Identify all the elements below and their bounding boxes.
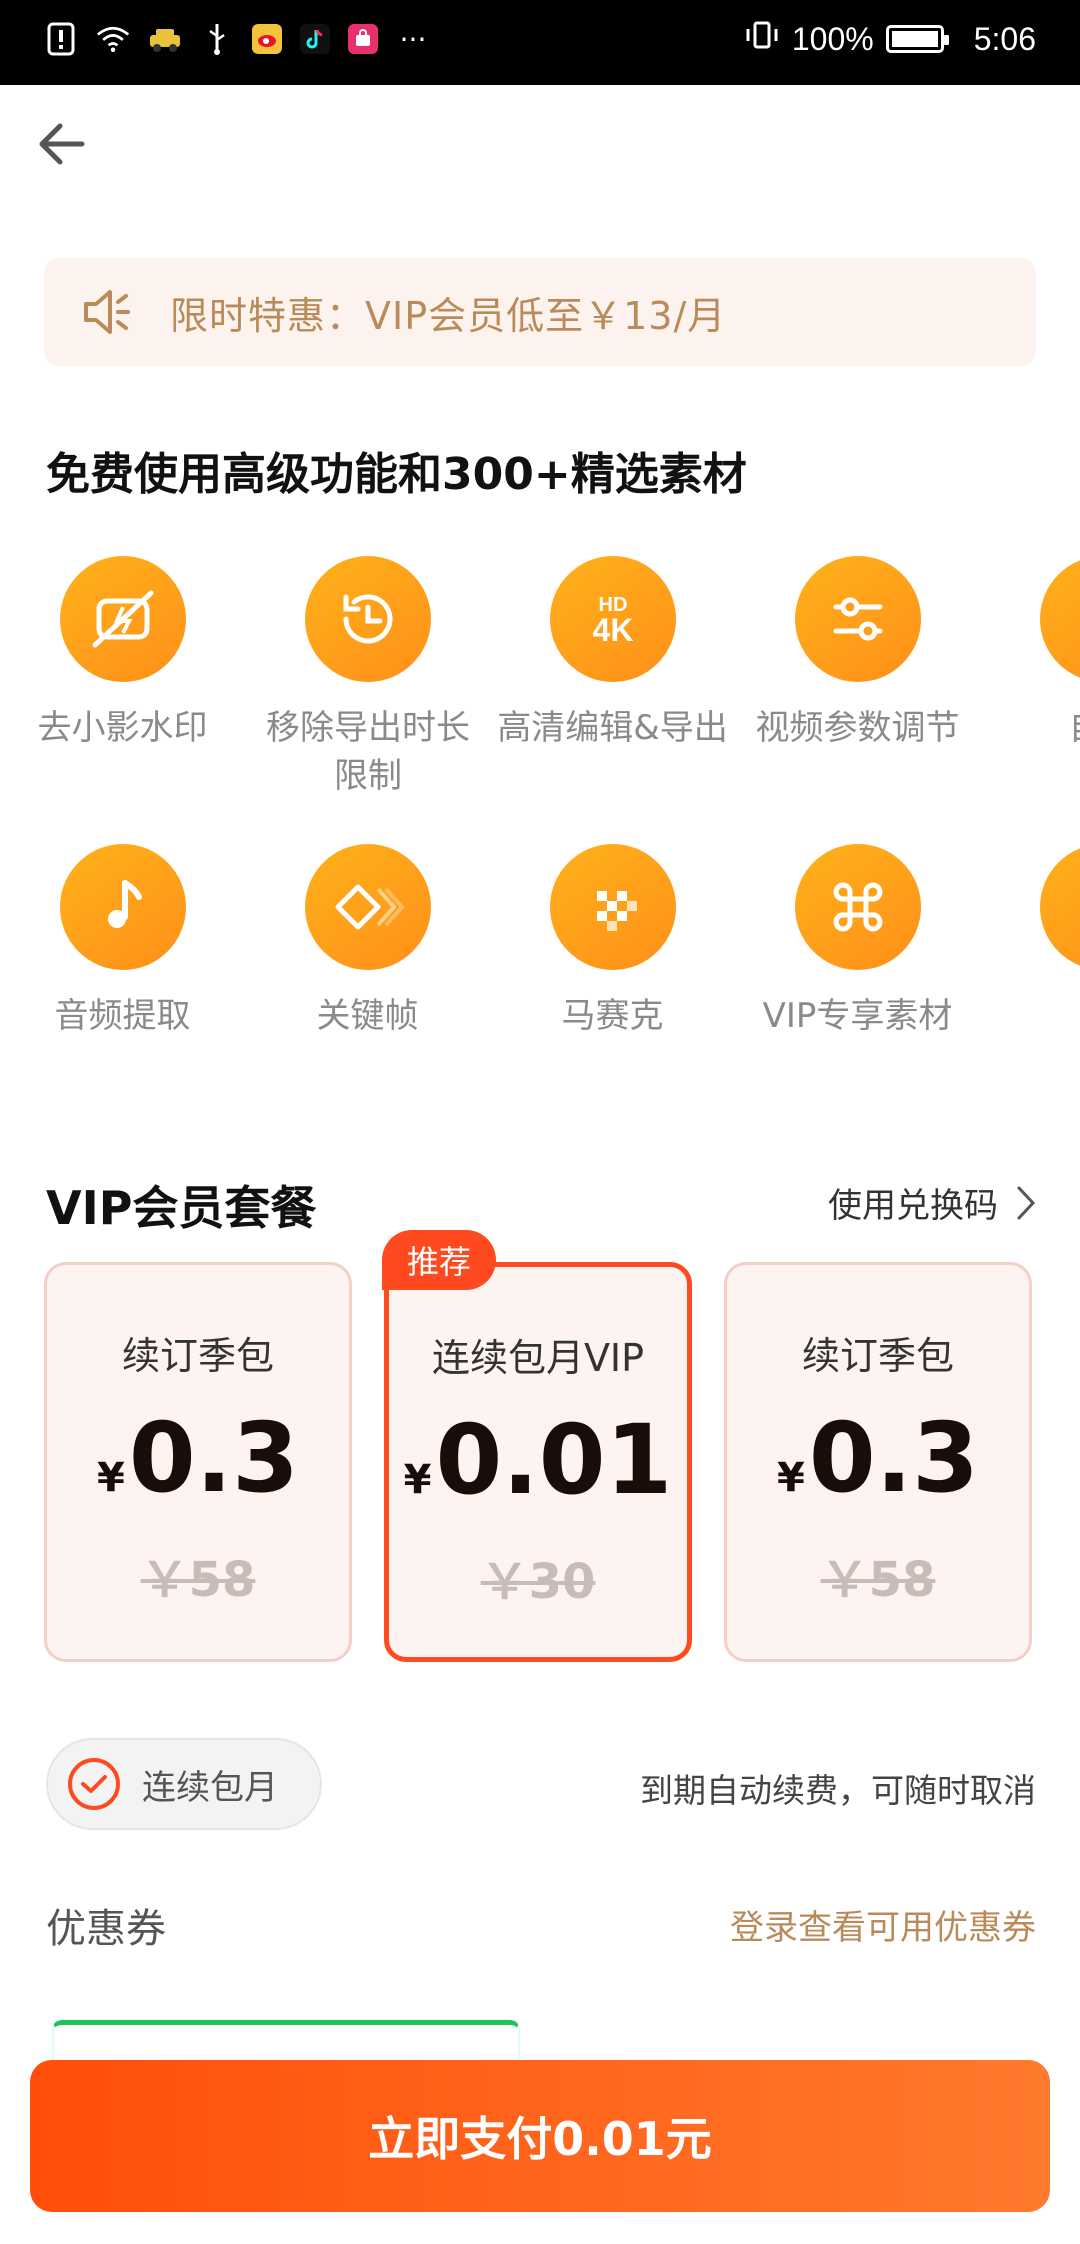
package-card[interactable]: 续订季包 ¥ 0.3 ￥58 [724, 1262, 1032, 1662]
chevron-right-icon [1017, 1186, 1036, 1219]
feature-custom[interactable]: 自定 [980, 556, 1080, 752]
tiktok-app-icon [300, 24, 330, 54]
music-note-icon [107, 880, 142, 928]
feature-remove-watermark[interactable]: 去小影水印 [0, 556, 245, 752]
feature-label: 音频提取 [54, 996, 191, 1036]
currency-symbol: ¥ [777, 1455, 805, 1501]
package-name: 续订季包 [801, 1334, 954, 1378]
package-card-selected[interactable]: 连续包月VIP ¥ 0.01 ￥30 [384, 1262, 692, 1662]
feature-vip-materials[interactable]: VIP专享素材 [735, 844, 980, 1040]
feature-hd-export[interactable]: HD 4K 高清编辑&导出 [490, 556, 735, 752]
feature-keyframe[interactable]: 关键帧 [245, 844, 490, 1040]
price-value: 0.3 [808, 1402, 979, 1514]
redeem-code-link[interactable]: 使用兑换码 [828, 1178, 1036, 1227]
login-coupon-link[interactable]: 登录查看可用优惠券 [730, 1900, 1036, 1949]
wifi-icon [96, 22, 130, 56]
feature-speed[interactable]: 变 [980, 844, 1080, 1040]
feature-audio-extract[interactable]: 音频提取 [0, 844, 245, 1040]
vip-packages-title: VIP会员套餐 [46, 1181, 317, 1235]
feature-label: 马赛克 [561, 996, 664, 1036]
package-price: ¥ 0.3 [47, 1408, 349, 1508]
recommend-badge: 推荐 [382, 1230, 496, 1290]
more-notifications-icon: ··· [399, 22, 427, 56]
command-icon [833, 882, 882, 932]
battery-percent: 100% [791, 20, 874, 57]
status-icons-right: 100% 5:06 [744, 20, 1036, 58]
status-bar: ··· 100% 5:06 [0, 0, 1080, 85]
usb-icon [200, 22, 234, 56]
mosaic-icon [596, 891, 637, 931]
price-value: 0.01 [435, 1404, 673, 1516]
taxi-icon [148, 22, 182, 56]
feature-remove-time-limit[interactable]: 移除导出时长限制 [245, 556, 490, 800]
weibo-app-icon [252, 24, 282, 54]
auto-renew-label: 连续包月 [142, 1767, 278, 1808]
package-card[interactable]: 续订季包 ¥ 0.3 ￥58 [44, 1262, 352, 1662]
no-watermark-icon [92, 590, 153, 648]
feature-label: 去小影水印 [37, 708, 208, 748]
feature-mosaic[interactable]: 马赛克 [490, 844, 735, 1040]
features-grid: 去小影水印 移除导出时长限制 HD4K 高清编辑&导出 视频参数调节 自定 音频… [0, 556, 1080, 1056]
shop-app-icon [348, 24, 378, 54]
back-button[interactable] [30, 112, 94, 176]
feature-label: 关键帧 [316, 996, 419, 1036]
package-name: 连续包月VIP [431, 1336, 645, 1380]
features-title: 免费使用高级功能和300+精选素材 [46, 449, 747, 500]
package-price: ¥ 0.01 [389, 1410, 687, 1510]
original-price: ￥58 [820, 1552, 936, 1608]
package-price: ¥ 0.3 [727, 1408, 1029, 1508]
svg-text:4K: 4K [592, 612, 633, 648]
package-name: 续订季包 [121, 1334, 274, 1378]
original-price: ￥30 [480, 1554, 596, 1610]
promo-text: 限时特惠：VIP会员低至￥13/月 [170, 293, 727, 338]
redeem-code-label: 使用兑换码 [828, 1186, 998, 1226]
promo-banner: 限时特惠：VIP会员低至￥13/月 [44, 258, 1036, 366]
currency-symbol: ¥ [403, 1457, 432, 1503]
battery-icon [885, 25, 949, 53]
price-value: 0.3 [128, 1402, 299, 1514]
currency-symbol: ¥ [97, 1455, 125, 1501]
clock-time: 5:06 [973, 20, 1036, 57]
vibrate-icon [744, 20, 780, 58]
speaker-icon [84, 290, 130, 334]
feature-label: VIP专享素材 [762, 996, 953, 1036]
original-price: ￥58 [140, 1552, 256, 1608]
pay-now-button[interactable]: 立即支付0.01元 [30, 2060, 1050, 2212]
auto-renew-toggle[interactable]: 连续包月 [46, 1738, 322, 1830]
checkmark-icon [68, 1758, 120, 1810]
feature-label: 视频参数调节 [755, 708, 960, 748]
hd-4k-icon: HD4K [592, 594, 633, 648]
arrow-left-icon [39, 123, 85, 165]
feature-label: 高清编辑&导出 [497, 708, 728, 748]
feature-label: 自定 [980, 704, 1080, 752]
alert-icon [44, 22, 78, 56]
auto-renew-note: 到期自动续费，可随时取消 [640, 1771, 1036, 1810]
feature-label: 移除导出时长限制 [266, 708, 470, 796]
clock-icon [343, 594, 392, 644]
coupon-title: 优惠券 [46, 1906, 166, 1952]
status-icons-left: ··· [44, 22, 430, 56]
speed-icon [1063, 867, 1080, 947]
feature-video-params[interactable]: 视频参数调节 [735, 556, 980, 752]
gear-icon [1063, 579, 1080, 659]
sliders-icon [833, 597, 882, 641]
feature-label: 变 [980, 992, 1080, 1040]
keyframe-icon [335, 884, 405, 930]
